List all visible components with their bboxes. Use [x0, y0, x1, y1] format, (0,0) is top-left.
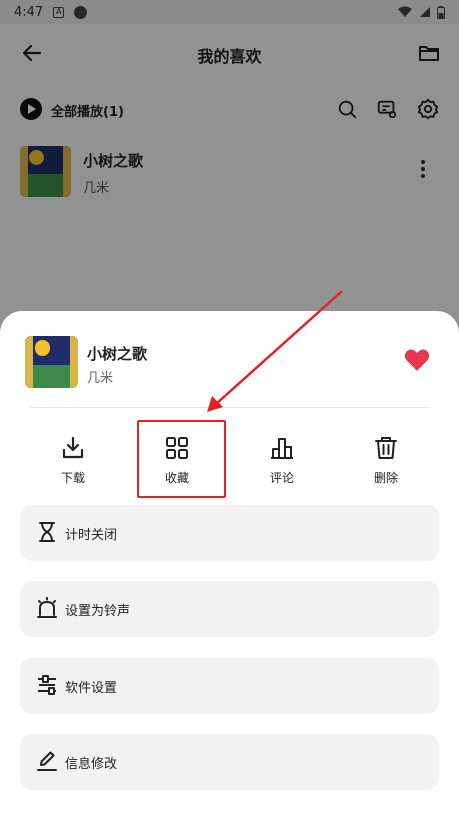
- delete-button[interactable]: 删除: [346, 435, 426, 495]
- menu-label: 软件设置: [65, 681, 118, 696]
- annotation-highlight-box: [137, 420, 226, 498]
- delete-label: 删除: [373, 471, 398, 485]
- heart-icon[interactable]: [404, 348, 430, 372]
- menu-item-app-settings[interactable]: 软件设置: [20, 658, 439, 714]
- alarm-bell-icon: [37, 597, 57, 618]
- download-button[interactable]: 下载: [33, 435, 113, 495]
- download-icon: [62, 436, 84, 459]
- trash-icon: [375, 437, 397, 459]
- song-options-sheet: 小树之歌 几米 下载 收藏 评论 删除 计时关闭 设置为铃声 软件设置 信息修改: [0, 311, 459, 816]
- sheet-album-cover: [25, 336, 78, 388]
- download-label: 下载: [60, 471, 85, 485]
- comment-label: 评论: [269, 471, 294, 485]
- sheet-song-title: 小树之歌: [87, 345, 148, 363]
- sheet-song-artist: 几米: [87, 371, 114, 386]
- comment-button[interactable]: 评论: [242, 435, 322, 495]
- menu-label: 信息修改: [65, 757, 118, 772]
- divider: [30, 407, 429, 408]
- menu-label: 设置为铃声: [65, 604, 131, 619]
- menu-label: 计时关闭: [65, 528, 118, 543]
- menu-item-sleep-timer[interactable]: 计时关闭: [20, 505, 439, 561]
- hourglass-icon: [39, 522, 55, 542]
- menu-item-ringtone[interactable]: 设置为铃声: [20, 581, 439, 637]
- settings-sliders-icon: [38, 675, 56, 695]
- comment-chart-icon: [271, 438, 293, 459]
- menu-item-edit-info[interactable]: 信息修改: [20, 734, 439, 790]
- edit-pen-icon: [37, 751, 57, 771]
